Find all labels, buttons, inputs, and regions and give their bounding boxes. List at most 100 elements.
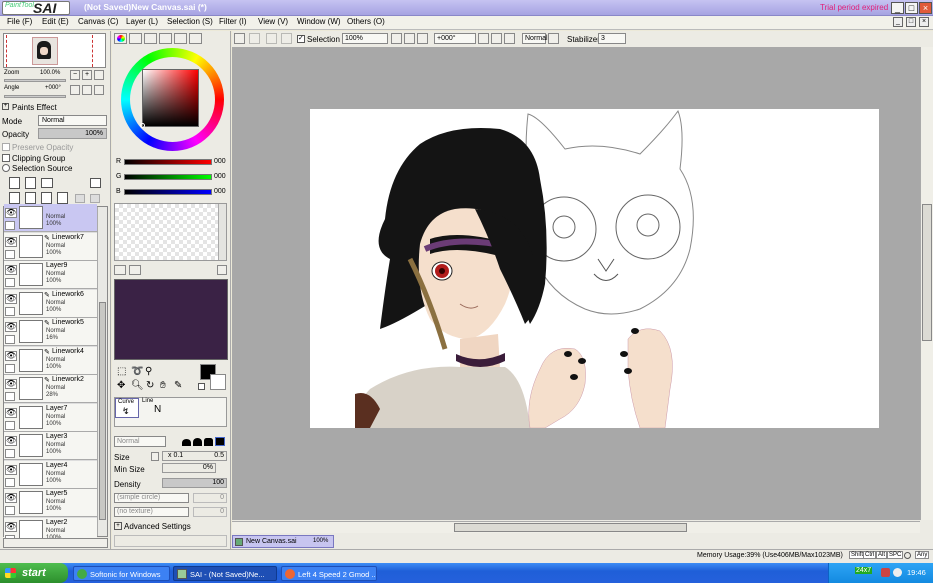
rgb-slider-tab-icon[interactable] bbox=[129, 33, 142, 44]
new-linework-layer-icon[interactable] bbox=[25, 177, 36, 189]
visibility-eye-icon[interactable]: 👁︎ bbox=[5, 407, 17, 418]
tip-shape-1-icon[interactable] bbox=[182, 439, 191, 446]
layer-row[interactable]: 👁︎ Linework6 Normal 100% ✎ bbox=[4, 289, 97, 318]
scratchpad-clear-icon[interactable] bbox=[217, 265, 227, 275]
toolbar-zoom-out-button[interactable] bbox=[391, 33, 402, 44]
layer-opacity-slider[interactable]: 100% bbox=[38, 128, 107, 139]
brush-presets-row[interactable] bbox=[114, 535, 227, 547]
rect-select-icon[interactable]: ⬚ bbox=[117, 366, 126, 377]
move-icon[interactable]: ✥ bbox=[117, 380, 125, 391]
blue-slider[interactable] bbox=[124, 189, 212, 195]
brush-tip-shapes[interactable] bbox=[180, 436, 227, 447]
deselect-button[interactable] bbox=[266, 33, 277, 44]
layer-row[interactable]: 👁︎ Normal 100% bbox=[4, 204, 97, 232]
brush-shape-select[interactable]: (simple circle) bbox=[114, 493, 189, 503]
start-button[interactable]: start bbox=[0, 563, 68, 583]
doc-close-icon[interactable]: × bbox=[919, 17, 929, 27]
layer-mask-icon[interactable] bbox=[90, 178, 101, 188]
visibility-eye-icon[interactable]: 👁︎ bbox=[5, 464, 17, 475]
toolbar-rotate-right-button[interactable] bbox=[491, 33, 502, 44]
task-browser[interactable]: Left 4 Speed 2 Gmod ... bbox=[281, 566, 377, 581]
zoom-out-button[interactable]: − bbox=[70, 70, 80, 80]
layer-lock-checkbox[interactable] bbox=[5, 249, 15, 259]
visibility-eye-icon[interactable]: 👁︎ bbox=[5, 521, 17, 532]
tip-shape-4-icon[interactable] bbox=[215, 437, 225, 446]
zoom-select[interactable]: 100% bbox=[342, 33, 388, 44]
red-slider[interactable] bbox=[124, 159, 212, 165]
brush-mode-select[interactable]: Normal bbox=[114, 436, 166, 447]
toolbar-rotate-left-button[interactable] bbox=[478, 33, 489, 44]
size-multiplier-button[interactable] bbox=[151, 452, 159, 461]
lasso-icon[interactable]: ➰ bbox=[131, 366, 143, 377]
layer-lock-checkbox[interactable] bbox=[5, 278, 15, 287]
angle-select[interactable]: +000° bbox=[434, 33, 476, 44]
horizontal-scroll-thumb[interactable] bbox=[454, 523, 687, 532]
doc-restore-icon[interactable]: □ bbox=[906, 17, 916, 27]
visibility-eye-icon[interactable]: 👁︎ bbox=[5, 493, 17, 503]
layer-lock-checkbox[interactable] bbox=[5, 363, 15, 373]
eyedropper-icon[interactable]: ✎ bbox=[174, 380, 182, 391]
visibility-eye-icon[interactable]: 👁︎ bbox=[5, 379, 17, 389]
layer-row[interactable]: 👁︎ Layer3 Normal 100% bbox=[4, 432, 97, 460]
reset-colors-icon[interactable] bbox=[198, 383, 205, 390]
brush-texture-strength[interactable]: 0 bbox=[193, 507, 227, 517]
rotate-right-button[interactable] bbox=[82, 85, 92, 95]
task-softonic[interactable]: Softonic for Windows bbox=[73, 566, 170, 581]
view-mode-select[interactable]: Normal bbox=[522, 33, 548, 44]
maximize-button[interactable]: □ bbox=[905, 2, 918, 14]
layer-row[interactable]: 👁︎ Linework2 Normal 28% ✎ bbox=[4, 375, 97, 403]
hsv-slider-tab-icon[interactable] bbox=[144, 33, 157, 44]
layer-lock-checkbox[interactable] bbox=[5, 221, 15, 230]
swatch-scrollbar[interactable] bbox=[218, 204, 226, 260]
visibility-eye-icon[interactable]: 👁︎ bbox=[5, 265, 17, 275]
zoom-slider[interactable] bbox=[4, 79, 66, 82]
layer-row[interactable]: 👁︎ Linework4 Normal 100% ✎ bbox=[4, 346, 97, 375]
layer-lock-checkbox[interactable] bbox=[5, 506, 15, 515]
min-size-slider[interactable]: 0% bbox=[162, 463, 216, 473]
layer-lock-checkbox[interactable] bbox=[5, 420, 15, 430]
menu-view[interactable]: View (V) bbox=[258, 17, 288, 26]
visibility-eye-icon[interactable]: 👁︎ bbox=[5, 322, 17, 332]
transfer-down-icon[interactable] bbox=[9, 192, 20, 204]
green-slider[interactable] bbox=[124, 174, 212, 180]
layer-lock-checkbox[interactable] bbox=[5, 477, 15, 487]
color-swatch-tab-icon[interactable] bbox=[174, 33, 187, 44]
layer-lock-checkbox[interactable] bbox=[5, 306, 15, 316]
visibility-eye-icon[interactable]: 👁︎ bbox=[5, 436, 17, 446]
line-tool-button[interactable]: Line N bbox=[140, 398, 164, 418]
stabilizer-select[interactable]: 3 bbox=[598, 33, 626, 44]
menu-filter[interactable]: Filter (I) bbox=[219, 17, 247, 26]
canvas-tab[interactable]: New Canvas.sai 100% bbox=[232, 535, 334, 548]
menu-others[interactable]: Others (O) bbox=[347, 17, 385, 26]
toolbar-zoom-in-button[interactable] bbox=[404, 33, 415, 44]
zoom-tool-icon[interactable]: 🔍︎ bbox=[131, 380, 144, 391]
advanced-expand-icon[interactable]: + bbox=[114, 522, 122, 530]
merge-down-icon[interactable] bbox=[25, 192, 36, 204]
scratchpad-area[interactable] bbox=[114, 279, 228, 360]
new-layer-icon[interactable] bbox=[9, 177, 20, 189]
color-picker-cursor[interactable] bbox=[140, 123, 145, 128]
drawing-canvas[interactable] bbox=[310, 109, 879, 429]
layer-row[interactable]: 👁︎ Layer7 Normal 100% bbox=[4, 403, 97, 432]
visibility-eye-icon[interactable]: 👁︎ bbox=[5, 236, 17, 247]
scratchpad-button-a[interactable] bbox=[114, 265, 126, 275]
color-swatch-grid[interactable] bbox=[114, 203, 227, 261]
minimize-button[interactable]: _ bbox=[891, 2, 904, 14]
intermediate-color-tab-icon[interactable] bbox=[159, 33, 172, 44]
redo-button[interactable] bbox=[249, 33, 260, 44]
selection-source-radio[interactable] bbox=[2, 164, 10, 172]
scratchpad-tab-icon[interactable] bbox=[189, 33, 202, 44]
background-color-swatch[interactable] bbox=[210, 374, 226, 390]
selection-checkbox[interactable]: ✓ bbox=[297, 35, 305, 43]
angle-slider[interactable] bbox=[4, 95, 66, 98]
layer-row[interactable]: 👁︎ Linework5 Normal 16% ✎ bbox=[4, 318, 97, 346]
tip-shape-2-icon[interactable] bbox=[193, 438, 202, 446]
navigator-preview[interactable] bbox=[3, 33, 106, 68]
size-slider[interactable]: 0.5 bbox=[162, 451, 227, 461]
layer-row[interactable]: 👁︎ Layer4 Normal 100% bbox=[4, 460, 97, 489]
rotate-reset-button[interactable] bbox=[94, 85, 104, 95]
brush-shape-strength[interactable]: 0 bbox=[193, 493, 227, 503]
scratchpad-button-b[interactable] bbox=[129, 265, 141, 275]
menu-selection[interactable]: Selection (S) bbox=[167, 17, 213, 26]
layer-option-icon-a[interactable] bbox=[75, 194, 85, 203]
